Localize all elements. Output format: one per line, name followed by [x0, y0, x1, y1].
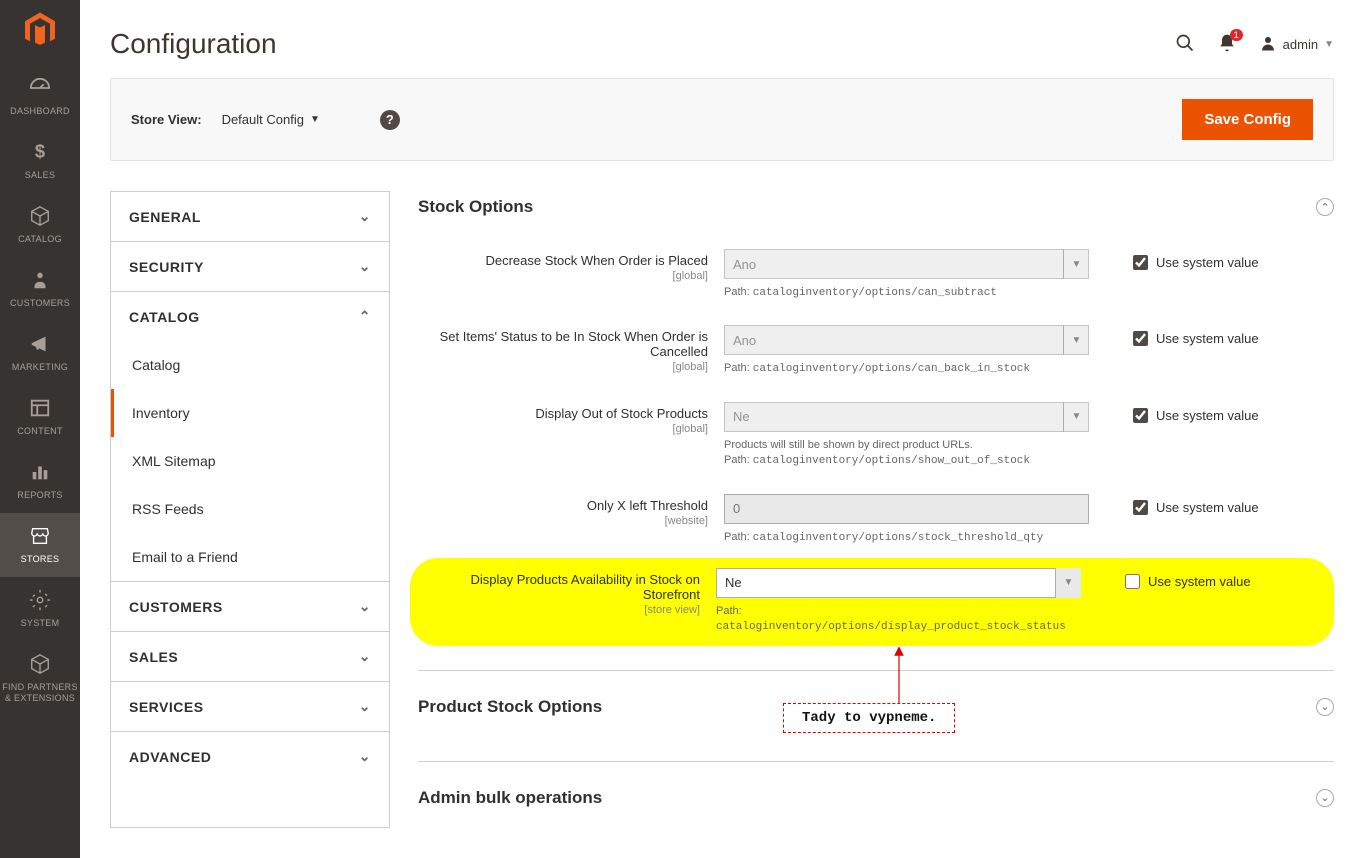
confignav-item-xml-sitemap[interactable]: XML Sitemap	[111, 437, 389, 485]
chevron-down-icon: ⌄	[359, 698, 371, 715]
nav-partners[interactable]: FIND PARTNERS & EXTENSIONS	[0, 641, 80, 716]
caret-down-icon: ▼	[310, 114, 320, 125]
input-threshold[interactable]	[724, 494, 1089, 524]
chevron-down-icon: ⌄	[359, 598, 371, 615]
nav-system[interactable]: SYSTEM	[0, 577, 80, 641]
chevron-down-icon: ⌄	[359, 208, 371, 225]
user-icon	[1259, 34, 1277, 55]
gauge-icon	[0, 77, 80, 102]
chevron-down-icon: ⌄	[359, 648, 371, 665]
main-content: Configuration 1 admin ▼ Store View: Defa…	[80, 0, 1364, 858]
select-decrease-stock[interactable]: Ano	[724, 249, 1089, 279]
use-system-value[interactable]: Use system value	[1133, 494, 1259, 515]
caret-down-icon: ▼	[1324, 39, 1334, 50]
section-admin-bulk[interactable]: Admin bulk operations ⌄	[418, 782, 1334, 828]
help-icon[interactable]: ?	[380, 110, 400, 130]
dollar-icon: $	[0, 141, 80, 166]
confignav-advanced[interactable]: ADVANCED⌄	[111, 732, 389, 781]
store-view-switcher[interactable]: Default Config ▼	[222, 112, 320, 127]
gear-icon	[0, 589, 80, 614]
save-config-button[interactable]: Save Config	[1182, 99, 1313, 140]
nav-marketing[interactable]: MARKETING	[0, 321, 80, 385]
search-icon[interactable]	[1175, 33, 1195, 56]
confignav-item-inventory[interactable]: Inventory	[111, 389, 389, 437]
use-system-value[interactable]: Use system value	[1133, 402, 1259, 423]
store-view-label: Store View:	[131, 112, 202, 127]
nav-stores[interactable]: STORES	[0, 513, 80, 577]
notifications-count: 1	[1230, 29, 1243, 41]
confignav-general[interactable]: GENERAL⌄	[111, 192, 389, 241]
page-title: Configuration	[110, 28, 277, 60]
confignav-item-email-friend[interactable]: Email to a Friend	[111, 533, 389, 581]
chevron-down-icon: ⌄	[359, 258, 371, 275]
layout-icon	[0, 397, 80, 422]
confignav-services[interactable]: SERVICES⌄	[111, 682, 389, 731]
select-back-in-stock[interactable]: Ano	[724, 325, 1089, 355]
use-system-value[interactable]: Use system value	[1133, 249, 1259, 270]
expand-icon: ⌄	[1316, 698, 1334, 716]
nav-content[interactable]: CONTENT	[0, 385, 80, 449]
select-show-out-of-stock[interactable]: Ne	[724, 402, 1089, 432]
field-decrease-stock: Decrease Stock When Order is Placed[glob…	[418, 237, 1334, 313]
megaphone-icon	[0, 333, 80, 358]
page-header: Configuration 1 admin ▼	[110, 0, 1334, 78]
notifications-button[interactable]: 1	[1217, 33, 1237, 56]
admin-sidebar: DASHBOARD $ SALES CATALOG CUSTOMERS MARK…	[0, 0, 80, 858]
account-menu[interactable]: admin ▼	[1259, 34, 1334, 55]
store-view-bar: Store View: Default Config ▼ ? Save Conf…	[110, 78, 1334, 161]
confignav-item-rss-feeds[interactable]: RSS Feeds	[111, 485, 389, 533]
confignav-sales[interactable]: SALES⌄	[111, 632, 389, 681]
confignav-item-catalog[interactable]: Catalog	[111, 341, 389, 389]
cube-icon	[0, 205, 80, 230]
bars-icon	[0, 461, 80, 486]
nav-dashboard[interactable]: DASHBOARD	[0, 65, 80, 129]
confignav-customers[interactable]: CUSTOMERS⌄	[111, 582, 389, 631]
confignav-catalog[interactable]: CATALOG⌃	[111, 292, 389, 341]
use-system-value[interactable]: Use system value	[1125, 568, 1251, 589]
section-stock-options[interactable]: Stock Options ⌃	[418, 191, 1334, 237]
puzzle-icon	[0, 653, 80, 678]
field-back-in-stock: Set Items' Status to be In Stock When Or…	[418, 313, 1334, 389]
annotation-box: Tady to vypneme.	[783, 703, 955, 733]
svg-text:$: $	[35, 141, 45, 162]
chevron-down-icon: ⌄	[359, 748, 371, 765]
select-display-availability[interactable]: Ne	[716, 568, 1081, 598]
chevron-up-icon: ⌃	[359, 308, 371, 325]
field-threshold: Only X left Threshold[website] Path: cat…	[418, 482, 1334, 558]
store-icon	[0, 525, 80, 550]
expand-icon: ⌄	[1316, 789, 1334, 807]
bell-icon	[1217, 40, 1237, 56]
collapse-icon: ⌃	[1316, 198, 1334, 216]
nav-customers[interactable]: CUSTOMERS	[0, 257, 80, 321]
use-system-value[interactable]: Use system value	[1133, 325, 1259, 346]
nav-sales[interactable]: $ SALES	[0, 129, 80, 193]
nav-reports[interactable]: REPORTS	[0, 449, 80, 513]
account-label: admin	[1283, 37, 1318, 52]
person-icon	[0, 269, 80, 294]
nav-catalog[interactable]: CATALOG	[0, 193, 80, 257]
config-body: Stock Options ⌃ Decrease Stock When Orde…	[418, 191, 1334, 828]
magento-logo[interactable]	[20, 10, 60, 50]
config-nav: GENERAL⌄ SECURITY⌄ CATALOG⌃ Catalog Inve…	[110, 191, 390, 828]
confignav-security[interactable]: SECURITY⌄	[111, 242, 389, 291]
field-show-out-of-stock: Display Out of Stock Products[global] Ne…	[418, 390, 1334, 482]
field-display-availability: Display Products Availability in Stock o…	[410, 558, 1334, 646]
